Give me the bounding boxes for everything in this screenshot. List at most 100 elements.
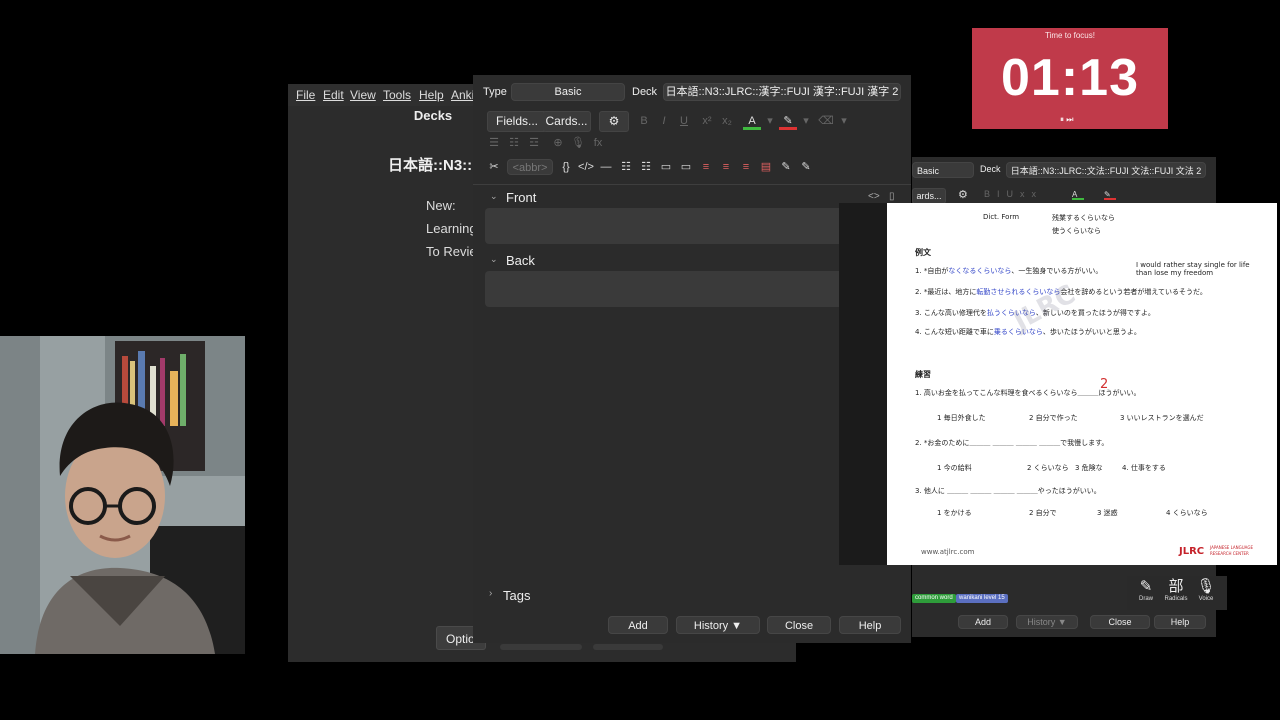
fields-button[interactable]: Fields... bbox=[487, 111, 547, 132]
align-center-icon[interactable]: ≡ bbox=[697, 158, 715, 176]
math-icon[interactable]: fx bbox=[589, 134, 607, 152]
text-color-button[interactable]: A bbox=[1072, 190, 1084, 200]
horizontal-rule-icon[interactable]: — bbox=[597, 158, 615, 176]
draw-button[interactable]: ✎ Draw bbox=[1131, 578, 1161, 602]
focus-timer: Time to focus! 01:13 ⏸ ⏭ bbox=[972, 28, 1168, 129]
align-icon[interactable]: ☲ bbox=[525, 134, 543, 152]
deck-label: Deck bbox=[980, 164, 1001, 174]
tags-label[interactable]: Tags bbox=[503, 588, 530, 603]
history-button[interactable]: History ▼ bbox=[676, 616, 760, 634]
hidden-button bbox=[593, 644, 663, 650]
pin-icon[interactable]: ▯ bbox=[889, 191, 895, 202]
footer-url: www.atjlrc.com bbox=[921, 548, 975, 556]
footer-logo-sub: RESEARCH CENTER bbox=[1210, 551, 1249, 556]
hidden-button bbox=[500, 644, 582, 650]
chevron-right-icon[interactable]: › bbox=[489, 588, 492, 599]
text-color-button[interactable]: A bbox=[743, 112, 761, 130]
menu-file[interactable]: File bbox=[296, 88, 315, 102]
underline-button[interactable]: U bbox=[675, 112, 693, 130]
eraser-icon[interactable]: ⌫ bbox=[817, 112, 835, 130]
timer-heading: Time to focus! bbox=[1045, 31, 1095, 40]
microphone-icon[interactable]: 🎙 bbox=[569, 134, 587, 152]
outdent-icon[interactable]: ▭ bbox=[657, 158, 675, 176]
cut-icon[interactable]: ✂ bbox=[485, 158, 503, 176]
stat-new-label: New: bbox=[426, 198, 456, 213]
option: 4. 仕事をする bbox=[1122, 464, 1166, 472]
menu-help[interactable]: Help bbox=[419, 88, 444, 102]
radicals-label: Radicals bbox=[1164, 596, 1188, 602]
translation: than lose my freedom bbox=[1136, 269, 1214, 277]
option: 3 いいレストランを選んだ bbox=[1120, 414, 1204, 422]
option: 2 くらいなら bbox=[1027, 464, 1069, 472]
chevron-down-icon[interactable]: ⌄ bbox=[490, 254, 498, 265]
menu-view[interactable]: View bbox=[350, 88, 376, 102]
menu-edit[interactable]: Edit bbox=[323, 88, 344, 102]
highlight-color-button[interactable]: ✎ bbox=[779, 112, 797, 130]
menu-tools[interactable]: Tools bbox=[383, 88, 411, 102]
practice-heading: 練習 bbox=[915, 370, 931, 379]
option: 1 毎日外食した bbox=[937, 414, 986, 422]
timer-controls[interactable]: ⏸ ⏭ bbox=[1060, 115, 1073, 125]
cards-button[interactable]: Cards... bbox=[543, 111, 591, 132]
deck-selector[interactable]: 日本語::N3::JLRC::漢字::FUJI 漢字::FUJI 漢字 2 bbox=[663, 83, 901, 101]
timer-time: 01:13 bbox=[1001, 49, 1139, 107]
brush-icon[interactable]: ✎ bbox=[797, 158, 815, 176]
gear-icon[interactable]: ⚙ bbox=[958, 188, 968, 201]
chevron-down-icon[interactable]: ▾ bbox=[835, 112, 853, 130]
note-type-selector[interactable]: Basic bbox=[912, 162, 974, 178]
subscript-button[interactable]: x₂ bbox=[718, 112, 736, 130]
ordered-list-icon[interactable]: ☷ bbox=[505, 134, 523, 152]
align-right-icon[interactable]: ≡ bbox=[737, 158, 755, 176]
unordered-list-icon[interactable]: ☰ bbox=[485, 134, 503, 152]
attach-icon[interactable]: ⊕ bbox=[549, 134, 567, 152]
note-type-selector[interactable]: Basic bbox=[511, 83, 625, 101]
tag-chip[interactable]: common word bbox=[912, 594, 956, 603]
form-example: 使うくらいなら bbox=[1052, 227, 1101, 235]
format-toolbar[interactable]: BIUxx bbox=[984, 189, 1043, 199]
voice-button[interactable]: 🎙 Voice bbox=[1191, 578, 1221, 602]
webcam-feed bbox=[0, 336, 245, 654]
footer-logo: JLRC bbox=[1179, 546, 1205, 557]
tag-chip[interactable]: wanikani level 15 bbox=[956, 594, 1008, 603]
bold-button[interactable]: B bbox=[635, 112, 653, 130]
close-button[interactable]: Close bbox=[1090, 615, 1150, 629]
add-button[interactable]: Add bbox=[958, 615, 1008, 629]
help-button[interactable]: Help bbox=[1154, 615, 1206, 629]
highlight-color-button[interactable]: ✎ bbox=[1104, 190, 1116, 200]
justify-icon[interactable]: ▤ bbox=[757, 158, 775, 176]
gear-icon[interactable]: ⚙ bbox=[599, 111, 629, 132]
code-icon[interactable]: </> bbox=[577, 158, 595, 176]
bullet-list-icon[interactable]: ☷ bbox=[617, 158, 635, 176]
radicals-button[interactable]: 部 Radicals bbox=[1161, 578, 1191, 602]
chevron-down-icon[interactable]: ⌄ bbox=[490, 191, 498, 202]
cards-button[interactable]: ards... bbox=[912, 188, 946, 204]
footer-logo-sub: JAPANESE LANGUAGE bbox=[1210, 545, 1253, 550]
image-backdrop bbox=[839, 203, 887, 565]
close-button[interactable]: Close bbox=[767, 616, 831, 634]
voice-label: Voice bbox=[1198, 596, 1214, 602]
deck-name[interactable]: 日本語::N3:: bbox=[388, 154, 472, 175]
history-button[interactable]: History ▼ bbox=[1016, 615, 1078, 629]
html-toggle-icon[interactable]: <> bbox=[868, 191, 880, 202]
align-left-icon[interactable]: ≡ bbox=[717, 158, 735, 176]
deck-selector[interactable]: 日本語::N3::JLRC::文法::FUJI 文法::FUJI 文法 2 bbox=[1006, 162, 1206, 178]
chevron-down-icon[interactable]: ▾ bbox=[761, 112, 779, 130]
number-list-icon[interactable]: ☷ bbox=[637, 158, 655, 176]
option: 1 今の給料 bbox=[937, 464, 972, 472]
input-palette: ✎ Draw 部 Radicals 🎙 Voice bbox=[1127, 576, 1227, 610]
stat-review-label: To Revie bbox=[426, 244, 477, 259]
indent-icon[interactable]: ▭ bbox=[677, 158, 695, 176]
type-label: Type bbox=[483, 86, 507, 98]
abbr-button[interactable]: <abbr> bbox=[507, 159, 553, 175]
chevron-down-icon[interactable]: ▾ bbox=[797, 112, 815, 130]
form-label: Dict. Form bbox=[983, 213, 1020, 221]
menu-anki[interactable]: Anki bbox=[451, 88, 474, 102]
add-button[interactable]: Add bbox=[608, 616, 668, 634]
superscript-button[interactable]: x² bbox=[698, 112, 716, 130]
italic-button[interactable]: I bbox=[655, 112, 673, 130]
braces-icon[interactable]: {} bbox=[557, 158, 575, 176]
help-button[interactable]: Help bbox=[839, 616, 901, 634]
brush-icon[interactable]: ✎ bbox=[777, 158, 795, 176]
option: 4 くらいなら bbox=[1166, 509, 1208, 517]
front-field-label: Front bbox=[506, 190, 537, 205]
